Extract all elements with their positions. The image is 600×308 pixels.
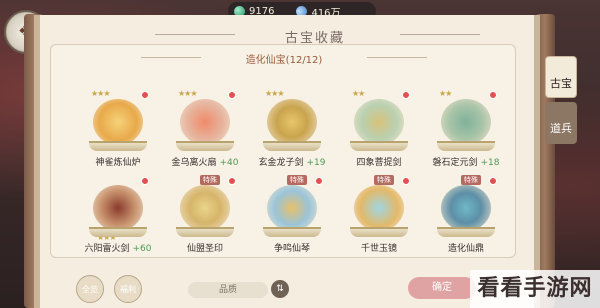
treasure-card[interactable]: ★★★ 神雀炼仙炉 — [83, 89, 153, 171]
furnace-icon — [93, 99, 143, 145]
rock-sword-icon — [441, 99, 491, 145]
notification-dot — [402, 91, 410, 99]
section-divider-left — [141, 57, 201, 58]
quality-select[interactable]: 品质 — [188, 282, 268, 298]
overview-button[interactable]: 全览 — [76, 275, 104, 303]
star-rating: ★★ — [352, 89, 365, 98]
treasure-name: 四象菩提剑 — [356, 158, 402, 168]
treasure-card[interactable]: ★★★ 玄金龙子剑 +19 — [257, 89, 327, 171]
star-rating: ★★★ — [91, 89, 110, 98]
treasure-name: 千世玉镜 — [360, 244, 397, 254]
bodhi-sword-icon — [354, 99, 404, 145]
site-watermark: 看看手游网 — [470, 270, 600, 308]
treasure-card[interactable]: 特殊 仙盟圣印 — [170, 175, 240, 257]
confirm-button[interactable]: 确定 — [408, 277, 476, 299]
section-divider-right — [367, 57, 427, 58]
treasure-card[interactable]: ★★ 四象菩提剑 — [344, 89, 414, 171]
sort-icon[interactable]: ⇅ — [271, 280, 289, 298]
pedestal — [437, 141, 495, 151]
pedestal — [176, 227, 234, 237]
pedestal — [350, 141, 408, 151]
treasure-card[interactable]: ★★★ 金乌离火扇 +40 — [170, 89, 240, 171]
treasure-card[interactable]: ★★ 磐石定元剑 +18 — [431, 89, 501, 171]
star-rating: ★★ — [439, 89, 452, 98]
dragon-sword-icon — [267, 99, 317, 145]
star-rating: ★★★ — [265, 89, 284, 98]
treasure-name: 六阳雷火剑 +60 — [84, 244, 152, 254]
notification-dot — [228, 177, 236, 185]
treasure-name: 金乌离火扇 +40 — [171, 158, 239, 168]
pedestal — [437, 227, 495, 237]
treasure-name: 造化仙鼎 — [447, 244, 484, 254]
special-tag: 特殊 — [374, 175, 394, 185]
welfare-button[interactable]: 福利 — [114, 275, 142, 303]
treasure-name: 争鸣仙琴 — [273, 244, 310, 254]
special-tag: 特殊 — [200, 175, 220, 185]
pedestal — [89, 227, 147, 237]
notification-dot — [489, 177, 497, 185]
pedestal — [263, 227, 321, 237]
tab-ancient-treasure[interactable]: 古宝 — [545, 56, 577, 98]
treasure-grid: 造化仙宝(12/12) ★★★ 神雀炼仙炉 ★★★ 金乌离火扇 +40 ★★★ … — [50, 44, 516, 258]
treasure-name: 磐石定元剑 +18 — [432, 158, 500, 168]
thunder-sword-icon — [93, 185, 143, 231]
notification-dot — [141, 91, 149, 99]
zither-icon — [267, 185, 317, 231]
title-divider-right — [400, 34, 480, 35]
special-tag: 特殊 — [461, 175, 481, 185]
treasure-name: 神雀炼仙炉 — [95, 158, 141, 168]
treasure-card[interactable]: 特殊 造化仙鼎 — [431, 175, 501, 257]
notification-dot — [489, 91, 497, 99]
tab-dao-weapon[interactable]: 道兵 — [545, 102, 577, 144]
bottom-toolbar: 全览 福利 品质 ⇅ 确定 — [68, 275, 538, 303]
pedestal — [176, 141, 234, 151]
fire-fan-icon — [180, 99, 230, 145]
title-divider-left — [155, 34, 235, 35]
cauldron-icon — [441, 185, 491, 231]
pedestal — [263, 141, 321, 151]
notification-dot — [141, 177, 149, 185]
notification-dot — [402, 177, 410, 185]
pedestal — [350, 227, 408, 237]
treasure-name: 玄金龙子剑 +19 — [258, 158, 326, 168]
section-title: 造化仙宝(12/12) — [245, 55, 323, 66]
treasure-card[interactable]: 特殊 千世玉镜 — [344, 175, 414, 257]
special-tag: 特殊 — [287, 175, 307, 185]
treasure-card[interactable]: 特殊 争鸣仙琴 — [257, 175, 327, 257]
star-rating: ★★★ — [178, 89, 197, 98]
mirror-icon — [354, 185, 404, 231]
seal-icon — [180, 185, 230, 231]
pedestal — [89, 141, 147, 151]
notification-dot — [315, 177, 323, 185]
treasure-card[interactable]: ★★★ 六阳雷火剑 +60 — [83, 175, 153, 257]
treasure-name: 仙盟圣印 — [186, 244, 223, 254]
notification-dot — [228, 91, 236, 99]
